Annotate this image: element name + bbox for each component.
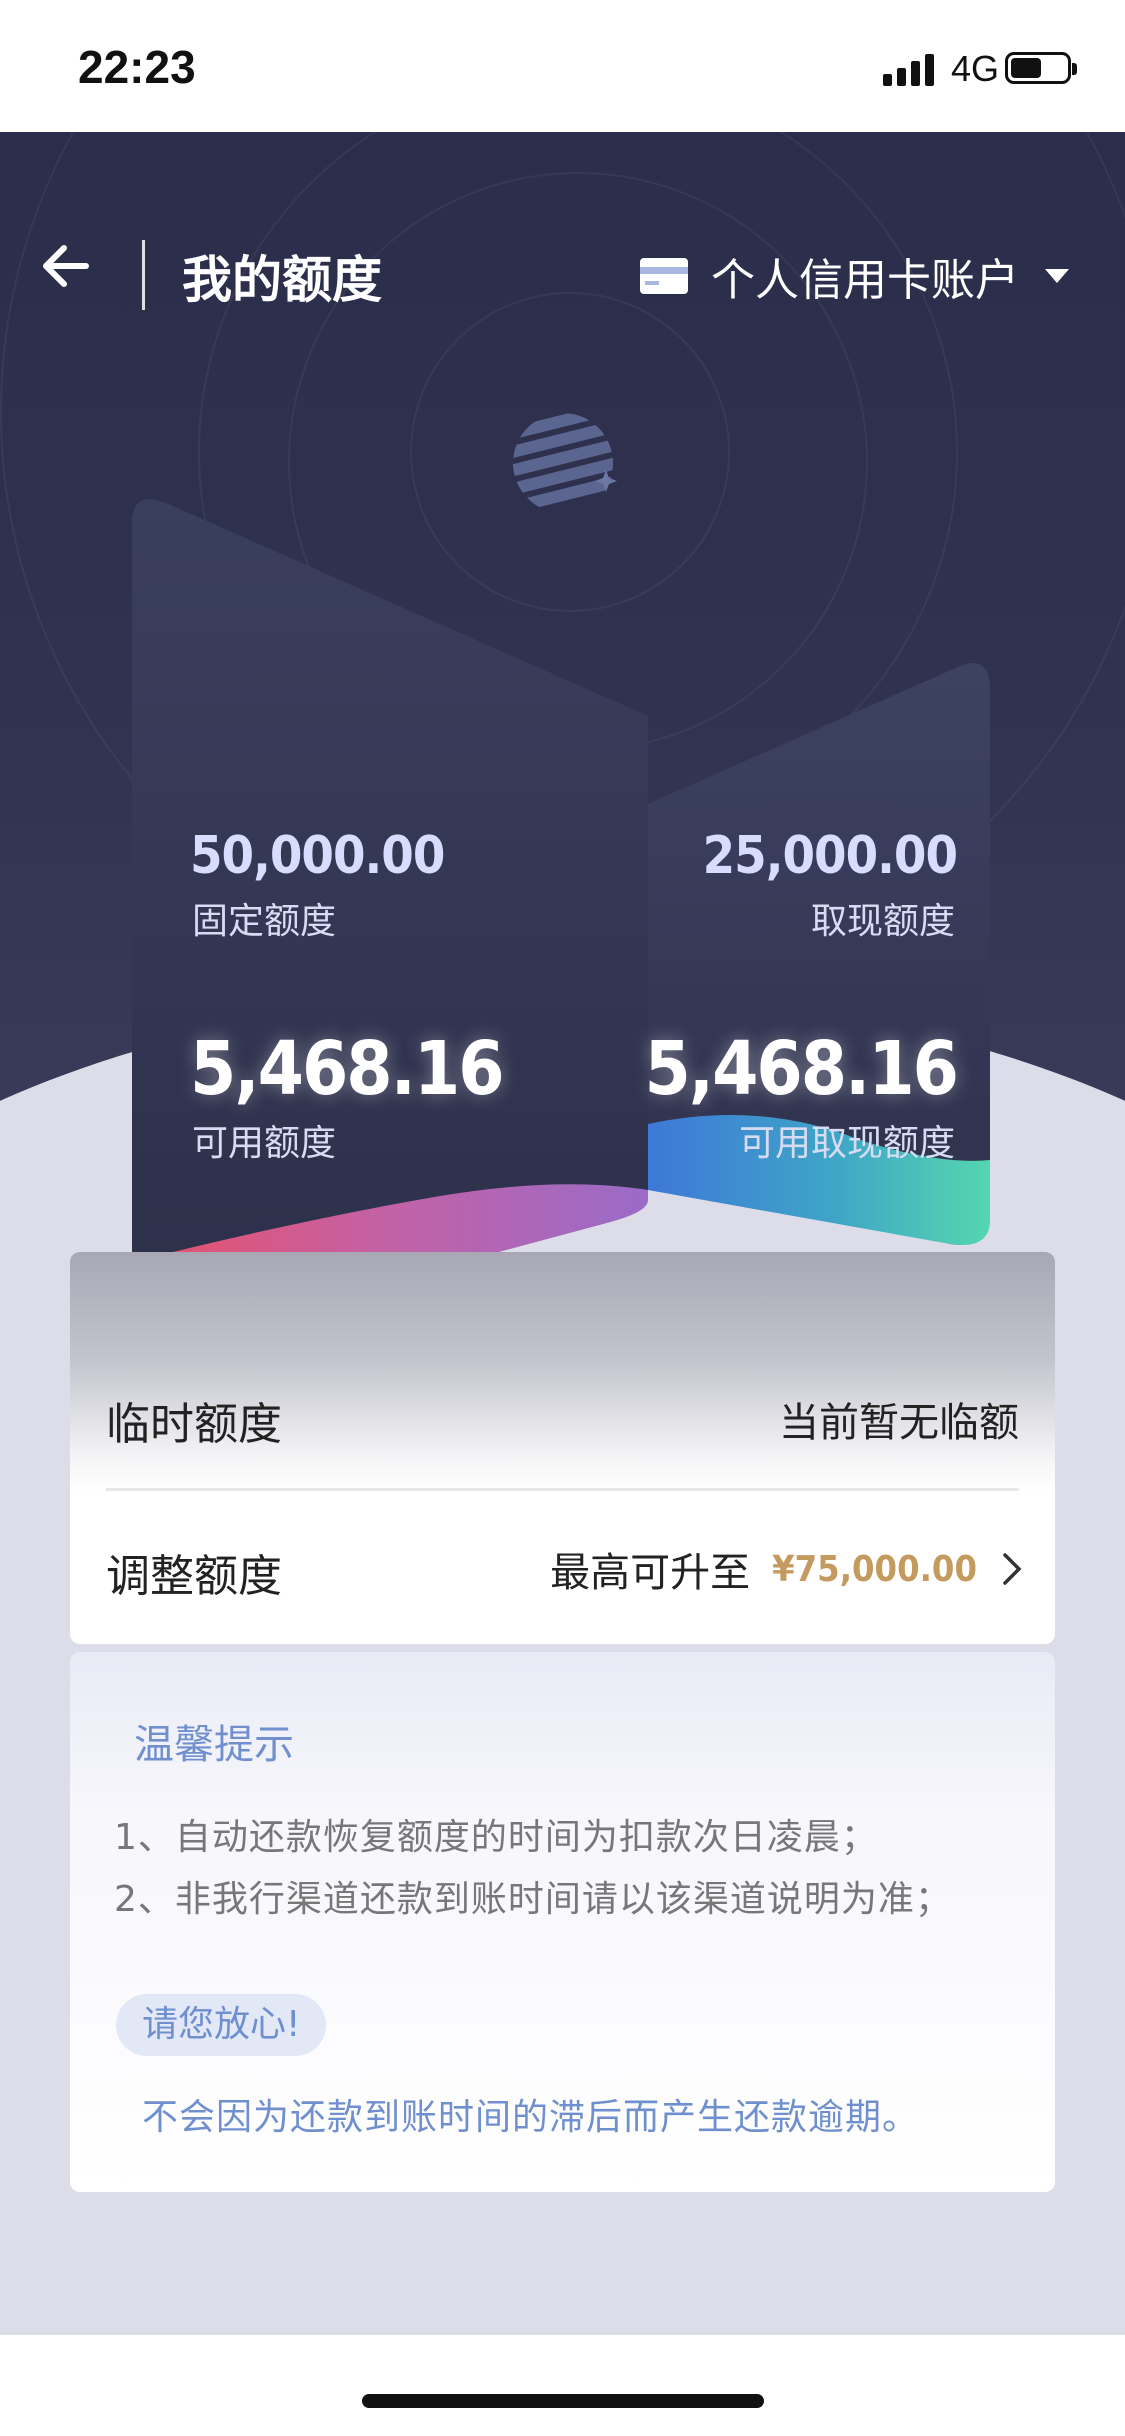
available-cash-label: 可用取现额度 — [738, 1123, 955, 1164]
adjust-limit-prefix: 最高可升至 — [550, 1550, 751, 1596]
adjust-limit-amount: ¥75,000.00 — [772, 1548, 977, 1590]
tips-panel: 温馨提示 1、自动还款恢复额度的时间为扣款次日凌晨； 2、非我行渠道还款到账时间… — [70, 1652, 1055, 2192]
tips-line: 2、非我行渠道还款到账时间请以该渠道说明为准； — [114, 1879, 952, 1920]
tips-line: 1、自动还款恢复额度的时间为扣款次日凌晨； — [114, 1817, 878, 1858]
home-indicator[interactable] — [362, 2394, 764, 2408]
bottom-safe-area — [0, 2335, 1125, 2436]
limit-cards: 50,000.00 固定额度 5,468.16 可用额度 25,000.00 取… — [0, 0, 1125, 1400]
reassure-text: 不会因为还款到账时间的滞后而产生还款逾期。 — [142, 2097, 920, 2138]
adjust-limit-info: 最高可升至 ¥75,000.00 — [550, 1540, 1025, 1598]
temp-limit-row: 临时额度 当前暂无临额 — [70, 1252, 1055, 1492]
available-limit-amount: 5,468.16 — [190, 1026, 505, 1112]
available-cash-amount: 5,468.16 — [644, 1026, 959, 1112]
adjust-limit-row[interactable]: 调整额度 最高可升至 ¥75,000.00 — [70, 1492, 1055, 1644]
temp-limit-value: 当前暂无临额 — [779, 1400, 1019, 1446]
tips-title: 温馨提示 — [134, 1722, 294, 1768]
available-limit-label: 可用额度 — [192, 1123, 337, 1164]
cash-limit-label: 取现额度 — [810, 901, 955, 942]
fixed-limit-label: 固定额度 — [192, 901, 337, 942]
cash-limit-amount: 25,000.00 — [702, 826, 958, 886]
reassure-badge: 请您放心! — [116, 1994, 327, 2056]
row-divider — [106, 1488, 1019, 1491]
temp-limit-title: 临时额度 — [106, 1399, 282, 1450]
chevron-right-icon — [1003, 1553, 1022, 1585]
fixed-limit-amount: 50,000.00 — [190, 826, 445, 886]
cards-graphic — [132, 499, 990, 1343]
adjust-limit-title: 调整额度 — [106, 1551, 282, 1602]
